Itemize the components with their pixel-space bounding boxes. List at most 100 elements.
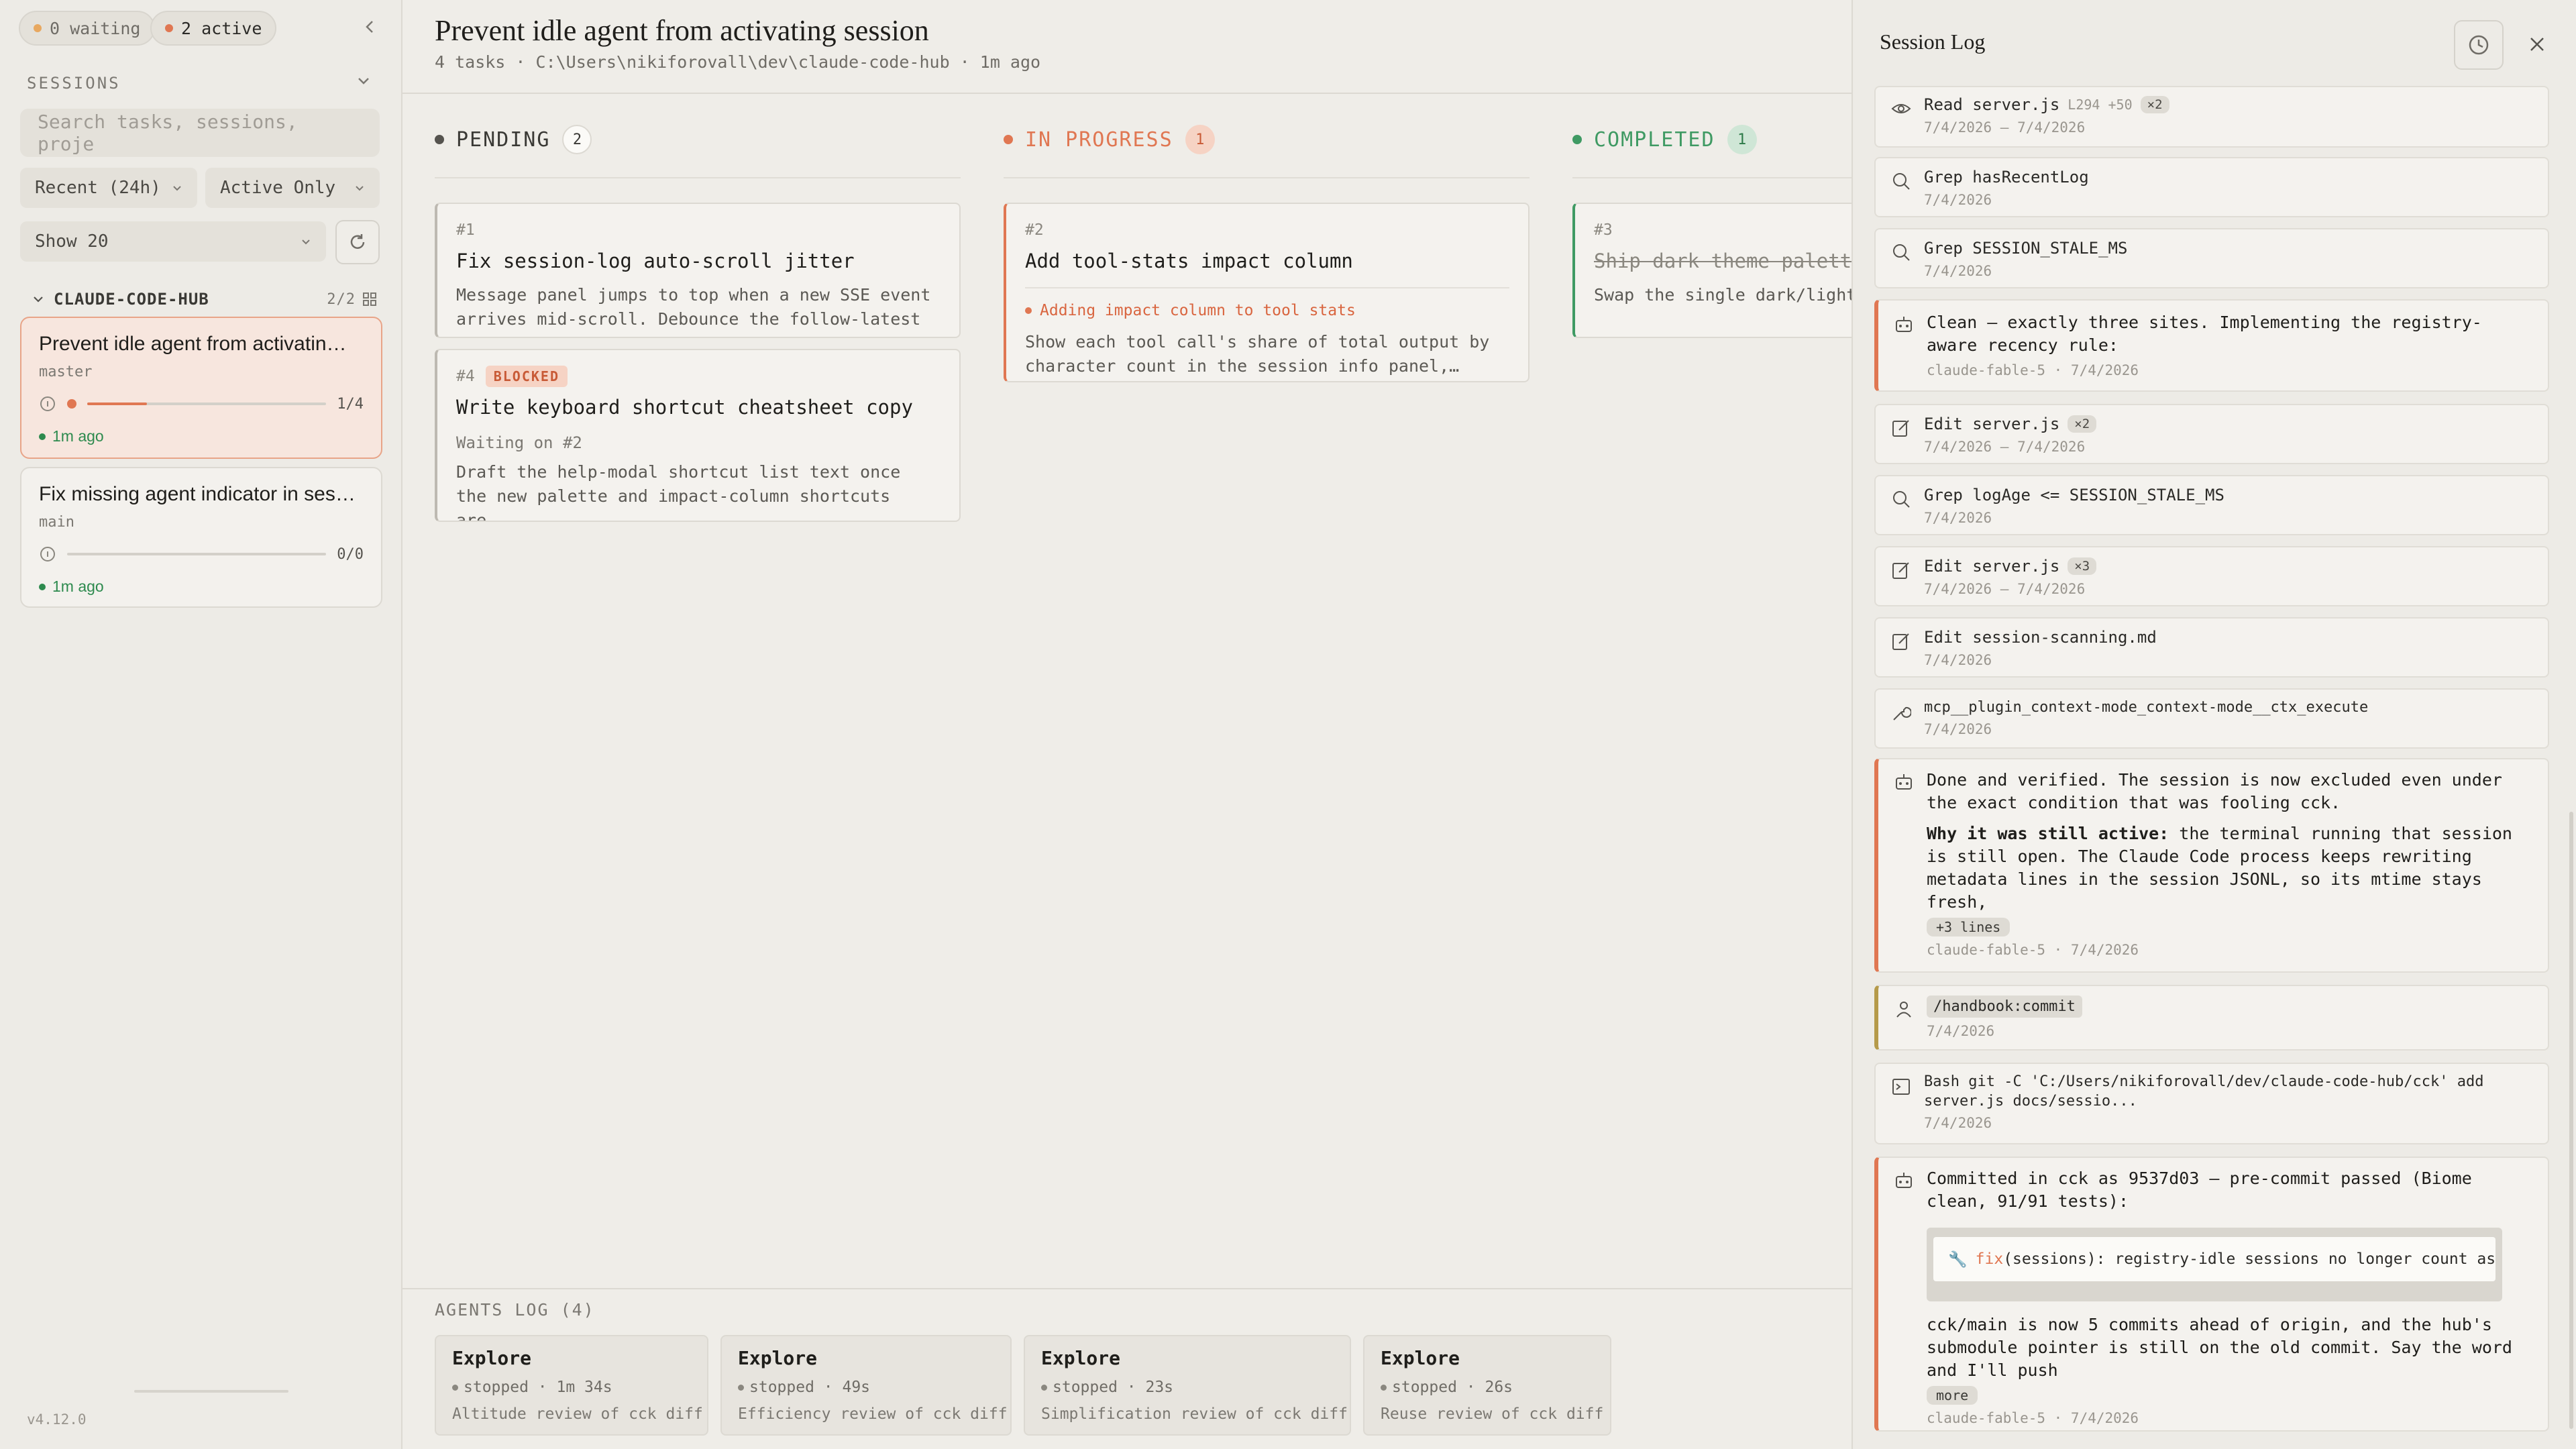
commit-subject: (sessions): registry-idle sessions no lo… [2003,1250,2496,1268]
log-entry-tool[interactable]: Edit server.js ×2 7/4/2026 – 7/4/2026 [1874,404,2549,464]
waiting-filter-pill[interactable]: 0 waiting [19,11,156,46]
task-number: #4 [456,368,475,385]
log-entry-user[interactable]: /handbook:commit 7/4/2026 [1874,985,2549,1051]
robot-icon [1892,313,1916,337]
log-scrollbar[interactable] [2569,812,2573,1429]
log-entry-tool[interactable]: Read server.js L294 +50 ×2 7/4/2026 – 7/4/… [1874,86,2549,148]
project-group-header[interactable]: CLAUDE-CODE-HUB 2/2 [32,290,377,309]
agent-status: stopped · 26s [1381,1379,1594,1396]
log-entry-assistant[interactable]: Clean — exactly three sites. Implementin… [1874,299,2549,392]
robot-icon [1892,770,1916,794]
log-entry-assistant[interactable]: Done and verified. The session is now ex… [1874,758,2549,973]
page-meta: 4 tasks · C:\Users\nikiforovall\dev\clau… [435,52,1041,72]
column-label: COMPLETED [1594,127,1715,152]
agent-status: stopped · 23s [1041,1379,1334,1396]
commit-message-block: 🔧 fix (sessions): registry-idle sessions … [1927,1228,2502,1301]
activity-dot-icon [1025,307,1032,314]
collapse-sidebar-button[interactable] [358,15,382,39]
assistant-message: Done and verified. The session is now ex… [1927,770,2502,812]
info-icon[interactable] [39,395,56,413]
agent-card[interactable]: Explore stopped · 1m 34s Altitude review… [435,1335,708,1436]
expand-lines-chip[interactable]: +3 lines [1927,918,2010,936]
search-icon [1889,169,1913,193]
task-number-row: #4 BLOCKED [456,364,941,389]
log-date: 7/4/2026 [1924,263,1992,279]
log-date: 7/4/2026 – 7/4/2026 [1924,439,2086,455]
repeat-badge: ×2 [2068,415,2097,433]
show-count-select[interactable]: Show 20 [20,221,326,262]
refresh-button[interactable] [335,220,380,264]
log-date: 7/4/2026 [1927,1023,1995,1039]
waiting-dot-icon [34,24,42,32]
log-tool-text: Edit session-scanning.md [1924,628,2157,647]
pending-dot-icon [435,135,444,144]
sidebar-scrollbar[interactable] [134,1390,288,1393]
agent-description: Altitude review of cck diff [452,1405,703,1423]
task-description: Draft the help-modal shortcut list text … [456,462,901,522]
expand-more-chip[interactable]: more [1927,1386,1978,1405]
user-icon [1892,997,1916,1021]
agent-card[interactable]: Explore stopped · 49s Efficiency review … [720,1335,1012,1436]
task-card[interactable]: #1 Fix session-log auto-scroll jitter Me… [435,203,961,338]
task-card[interactable]: #3 Ship dark theme palette p Swap the si… [1572,203,1851,338]
info-icon[interactable] [39,545,56,563]
agent-description: Reuse review of cck diff [1381,1405,1604,1423]
agent-status-label: stopped · 26s [1392,1379,1513,1396]
close-icon [2530,38,2544,51]
session-progress: 0/0 [39,545,364,563]
status-filter-select[interactable]: Active Only [205,168,380,208]
edit-icon [1889,416,1913,440]
task-active-form: Adding impact column to tool stats [1025,287,1509,319]
sessions-collapse-toggle[interactable] [356,72,372,91]
search-placeholder: Search tasks, sessions, proje [38,111,298,155]
main-panel: Prevent idle agent from activating sessi… [402,0,1851,1449]
log-entry-tool[interactable]: Grep SESSION_STALE_MS 7/4/2026 [1874,228,2549,288]
search-input[interactable]: Search tasks, sessions, proje [20,109,380,157]
session-time-label: 1m ago [52,578,104,595]
agent-card[interactable]: Explore stopped · 26s Reuse review of cc… [1363,1335,1611,1436]
active-filter-pill[interactable]: 2 active [150,11,277,46]
session-time-label: 1m ago [52,427,104,445]
session-branch: master [39,364,93,380]
recency-filter-select[interactable]: Recent (24h) [20,168,197,208]
column-count: 1 [1727,125,1757,154]
search-icon [1889,487,1913,511]
log-entry-tool[interactable]: mcp__plugin_context-mode_context-mode__c… [1874,688,2549,749]
log-tool-text: Grep hasRecentLog [1924,168,2089,186]
sessions-section-label: SESSIONS [27,74,121,93]
commit-icon: 🔧 [1948,1250,1968,1269]
recency-filter-value: Recent (24h) [35,178,161,198]
log-entry-tool[interactable]: Edit server.js ×3 7/4/2026 – 7/4/2026 [1874,546,2549,606]
chevron-down-icon [356,186,364,191]
session-card[interactable]: Prevent idle agent from activatin… maste… [20,317,382,459]
agent-status-label: stopped · 23s [1053,1379,1174,1396]
agent-card[interactable]: Explore stopped · 23s Simplification rev… [1024,1335,1351,1436]
history-button[interactable] [2454,20,2504,70]
column-count: 2 [562,125,592,154]
session-time: 1m ago [39,427,364,445]
status-dot-icon [1041,1384,1047,1391]
edit-icon [1889,629,1913,653]
chevron-down-icon [173,186,181,191]
log-date: 7/4/2026 [1924,652,1992,668]
task-card[interactable]: #4 BLOCKED Write keyboard shortcut cheat… [435,349,961,522]
log-entry-tool[interactable]: Bash git -C 'C:/Users/nikiforovall/dev/c… [1874,1063,2549,1144]
assistant-message: Clean — exactly three sites. Implementin… [1927,313,2482,355]
task-card[interactable]: #2 Add tool-stats impact column Adding i… [1004,203,1529,382]
completed-dot-icon [1572,135,1582,144]
task-description: Show each tool call's share of total out… [1025,332,1490,376]
log-entry-tool[interactable]: Grep hasRecentLog 7/4/2026 [1874,157,2549,217]
log-entry-tool[interactable]: Grep logAge <= SESSION_STALE_MS 7/4/2026 [1874,475,2549,535]
log-tool-text: Bash git -C 'C:/Users/nikiforovall/dev/c… [1924,1073,2484,1090]
session-card[interactable]: Fix missing agent indicator in ses… main… [20,467,382,608]
chevron-down-icon [34,297,43,303]
clock-icon [2469,35,2489,55]
close-log-button[interactable] [2522,30,2552,59]
log-entry-tool[interactable]: Edit session-scanning.md 7/4/2026 [1874,617,2549,678]
app-version: v4.12.0 [27,1411,87,1428]
log-entry-assistant[interactable]: Committed in cck as 9537d03 — pre-commit… [1874,1157,2549,1432]
project-group-name: CLAUDE-CODE-HUB [54,290,209,309]
robot-icon [1892,1169,1916,1193]
grid-icon[interactable] [362,292,377,307]
status-dot-icon [738,1384,744,1391]
